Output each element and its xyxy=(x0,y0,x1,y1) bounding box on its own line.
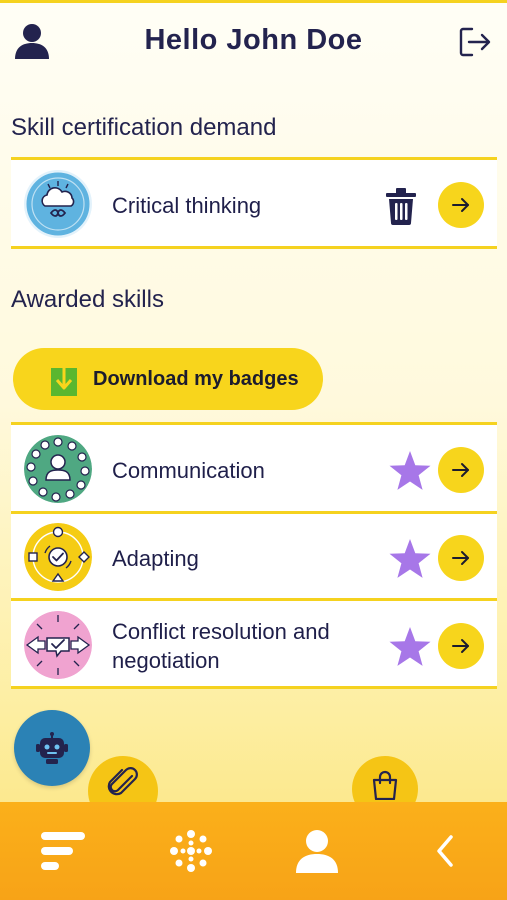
nav-profile[interactable] xyxy=(284,802,350,900)
demand-section-title: Skill certification demand xyxy=(11,114,277,141)
app-header: Hello John Doe xyxy=(0,0,507,82)
logout-icon[interactable] xyxy=(458,26,492,58)
awarded-item-conflict-resolution: Conflict resolution and negotiation xyxy=(11,598,497,689)
page-title: Hello John Doe xyxy=(144,24,363,56)
bottom-nav xyxy=(0,802,507,900)
download-icon xyxy=(51,362,77,396)
communication-emblem xyxy=(24,435,92,503)
nav-explore[interactable] xyxy=(158,802,224,900)
chatbot-button[interactable] xyxy=(14,710,90,786)
open-skill-button[interactable] xyxy=(438,535,484,581)
skill-label: Critical thinking xyxy=(112,193,262,218)
paperclip-icon xyxy=(107,767,138,796)
star-icon[interactable] xyxy=(388,450,432,492)
dots-grid-icon xyxy=(170,830,212,872)
menu-icon xyxy=(41,832,85,870)
star-icon[interactable] xyxy=(388,626,432,668)
brain-cloud-emblem xyxy=(24,170,92,238)
skill-label: Conflict resolution and negotiation xyxy=(112,619,330,673)
back-icon xyxy=(437,835,453,867)
skill-label: Communication xyxy=(112,458,265,483)
trash-icon[interactable] xyxy=(384,187,418,225)
open-skill-button[interactable] xyxy=(438,623,484,669)
profile-icon xyxy=(296,830,338,873)
awarded-item-communication: Communication xyxy=(11,422,497,514)
adapting-emblem xyxy=(24,523,92,591)
robot-icon xyxy=(36,732,68,764)
awarded-section-title: Awarded skills xyxy=(11,286,164,313)
arrow-right-icon xyxy=(452,639,469,653)
download-badges-label: Download my badges xyxy=(93,367,299,390)
demand-item-critical-thinking: Critical thinking xyxy=(11,157,497,249)
open-skill-button[interactable] xyxy=(438,182,484,228)
conflict-emblem xyxy=(24,611,92,679)
arrow-right-icon xyxy=(452,463,469,477)
star-icon[interactable] xyxy=(388,538,432,580)
nav-menu[interactable] xyxy=(30,802,96,900)
shopping-bag-icon xyxy=(372,770,398,800)
skill-label: Adapting xyxy=(112,546,199,571)
download-badges-button[interactable]: Download my badges xyxy=(13,348,323,410)
arrow-right-icon xyxy=(452,551,469,565)
arrow-right-icon xyxy=(452,198,469,212)
awarded-item-adapting: Adapting xyxy=(11,511,497,601)
open-skill-button[interactable] xyxy=(438,447,484,493)
nav-back[interactable] xyxy=(412,802,478,900)
